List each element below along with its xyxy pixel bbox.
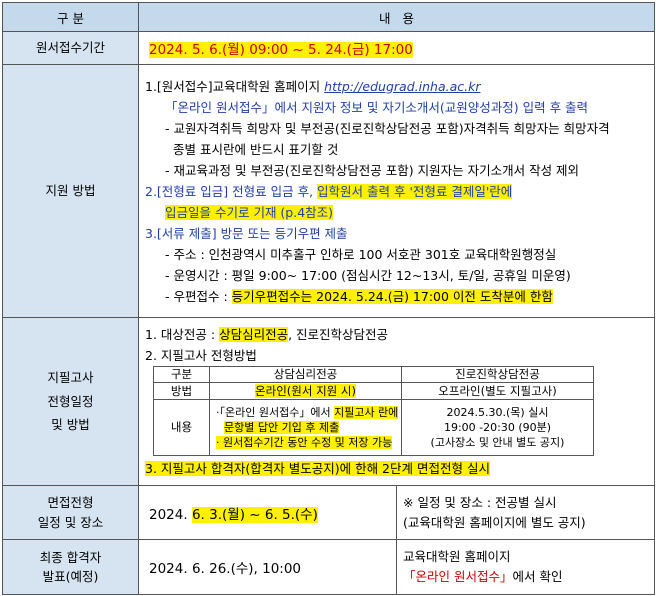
exam-table-header-category: 구분 [153, 366, 210, 383]
schedule-table: 구 분 내 용 원서접수기간 2024. 5. 6.(월) 09:00 ~ 5.… [2, 2, 656, 595]
step1-bullet1b: 종별 표시란에 반드시 표기할 것 [173, 141, 339, 157]
step1-bullet2: - 재교육과정 및 부전공(진로진학상담전공 포함) 지원자는 자기소개서 작성… [165, 162, 580, 178]
exam-row: 지필고사 전형일정 및 방법 1. 대상전공 : 상담심리전공, 진로진학상담전… [2, 317, 656, 486]
exam-table-content-career: 2024.5.30.(목) 실시 19:00 -20:30 (90분) (고사장… [401, 399, 594, 456]
homepage-link[interactable]: http://edugrad.inha.ac.kr [324, 79, 480, 94]
method-label: 지원 방법 [2, 64, 139, 318]
header-category: 구 분 [2, 2, 139, 32]
final-row: 최종 합격자 발표(예정) 2024. 6. 26.(수), 10:00 교육대… [2, 539, 656, 595]
header-content: 내 용 [137, 2, 656, 32]
exam-table-method-label: 방법 [153, 382, 210, 400]
interview-note: ※ 일정 및 장소 : 전공별 실시 (교육대학원 홈페이지에 별도 공지) [395, 485, 656, 540]
step3-hours: - 운영시간 : 평일 9:00~ 17:00 (점심시간 12~13시, 토/… [165, 267, 571, 283]
admission-schedule-document: 구 분 내 용 원서접수기간 2024. 5. 6.(월) 09:00 ~ 5.… [0, 0, 656, 596]
exam-table-content-label: 내용 [153, 399, 210, 456]
interview-label: 면접전형 일정 및 장소 [2, 485, 139, 540]
step1-detail: 「온라인 원서접수」에서 지원자 정보 및 자기소개서(교원양성과정) 입력 후… [165, 99, 589, 115]
step3-address: - 주소 : 인천광역시 미추홀구 인하로 100 서호관 301호 교육대학원… [165, 246, 557, 262]
step2-line1: 2.[전형료 입금] 전형료 입금 후, 입학원서 출력 후 '전형료 결제일'… [145, 183, 513, 199]
exam-method-title: 2. 지필고사 전형방법 [145, 348, 257, 363]
exam-table-content-counseling: ·「온라인 원서접수」에서 지필고사 란에 문항별 답안 기입 후 제출 · 원… [209, 399, 402, 456]
period-row: 원서접수기간 2024. 5. 6.(월) 09:00 ~ 5. 24.(금) … [2, 31, 656, 65]
exam-target-majors: 1. 대상전공 : 상담심리전공, 진로진학상담전공 [145, 327, 389, 342]
period-value: 2024. 5. 6.(월) 09:00 ~ 5. 24.(금) 17:00 [149, 42, 413, 58]
final-date: 2024. 6. 26.(수), 10:00 [138, 539, 397, 595]
step3-title: 3.[서류 제출] 방문 또는 등기우편 제출 [145, 225, 348, 241]
exam-method-table: 구분 상담심리전공 진로진학상담전공 방법 온라인(원서 지원 시) 오프라인(… [153, 366, 594, 456]
exam-table-header-counseling: 상담심리전공 [209, 366, 402, 383]
header-row: 구 분 내 용 [2, 2, 656, 32]
method-row: 지원 방법 1.[원서접수]교육대학원 홈페이지 http://edugrad.… [2, 64, 656, 318]
interview-date: 2024. 6. 3.(월) ~ 6. 5.(수) [138, 485, 397, 540]
step3-mail: - 우편접수 : 등기우편접수는 2024. 5.24.(금) 17:00 이전… [165, 288, 553, 304]
final-label: 최종 합격자 발표(예정) [2, 539, 139, 595]
period-label: 원서접수기간 [2, 31, 139, 65]
step2-line2: 입금일을 수기로 기재 (p.4참조) [165, 204, 334, 220]
exam-stage2-note: 3. 지필고사 합격자(합격자 별도공지)에 한해 2단계 면접전형 실시 [145, 461, 490, 476]
step1-title: 1.[원서접수]교육대학원 홈페이지 http://edugrad.inha.a… [145, 78, 481, 94]
exam-table-method-counseling: 온라인(원서 지원 시) [209, 382, 402, 400]
exam-label: 지필고사 전형일정 및 방법 [2, 317, 139, 486]
final-note: 교육대학원 홈페이지 「온라인 원서접수」에서 확인 [395, 539, 656, 595]
exam-table-header-career: 진로진학상담전공 [401, 366, 594, 383]
interview-row: 면접전형 일정 및 장소 2024. 6. 3.(월) ~ 6. 5.(수) ※… [2, 485, 656, 540]
step1-bullet1a: - 교원자격취득 희망자 및 부전공(진로진학상담전공 포함)자격취득 희망자는… [165, 120, 610, 136]
exam-table-method-career: 오프라인(별도 지필고사) [401, 382, 594, 400]
